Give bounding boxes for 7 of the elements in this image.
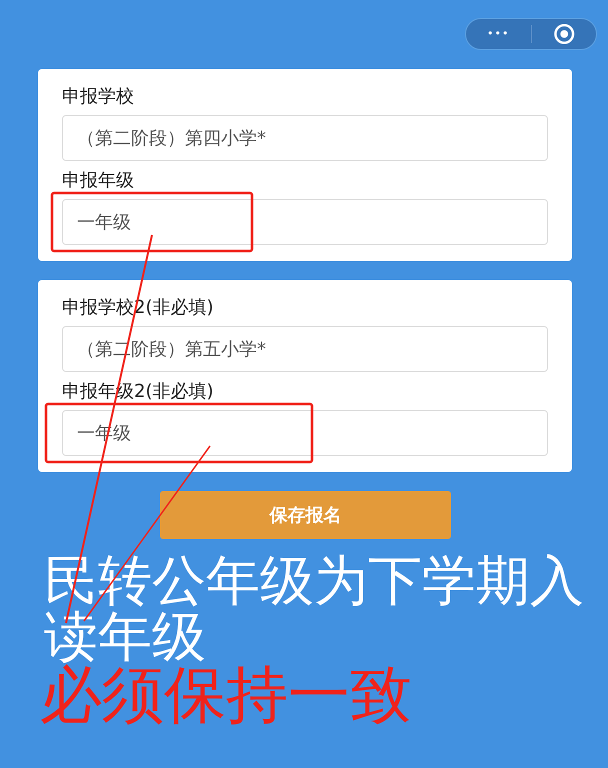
annotation-warning: 必须保持一致 (40, 663, 412, 727)
more-button[interactable]: ••• (466, 26, 531, 42)
field-label: 申报年级 (62, 169, 134, 193)
input-field[interactable]: （第二阶段）第四小学* (62, 115, 548, 161)
input-field[interactable]: 一年级 (62, 199, 548, 245)
close-icon[interactable] (554, 24, 574, 44)
field-label: 申报学校 (62, 85, 134, 109)
